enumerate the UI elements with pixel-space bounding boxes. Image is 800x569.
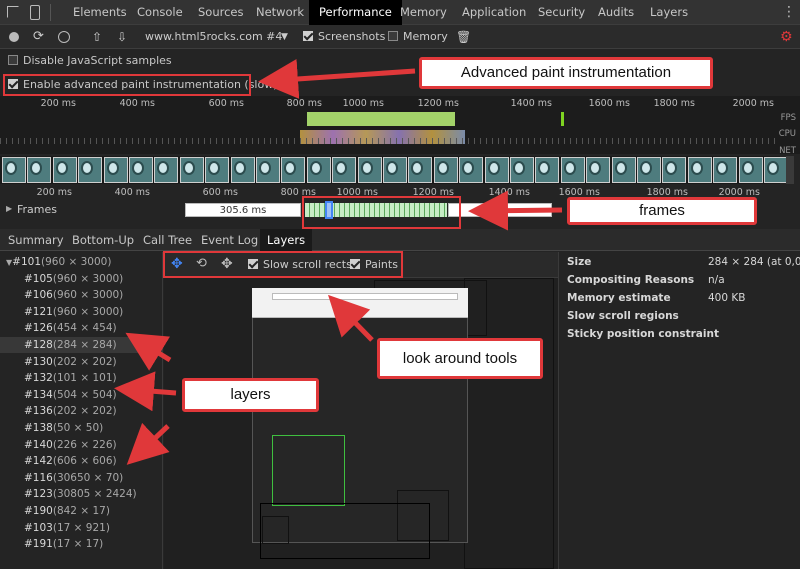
arrow-layers-1 <box>125 332 172 371</box>
annotation-arrows <box>114 59 563 465</box>
arrow-layers-2 <box>114 371 177 412</box>
arrow-advanced-paint <box>258 59 416 99</box>
arrow-layers-3 <box>126 422 170 465</box>
arrow-look-around <box>328 294 374 342</box>
arrow-frames <box>468 190 563 231</box>
